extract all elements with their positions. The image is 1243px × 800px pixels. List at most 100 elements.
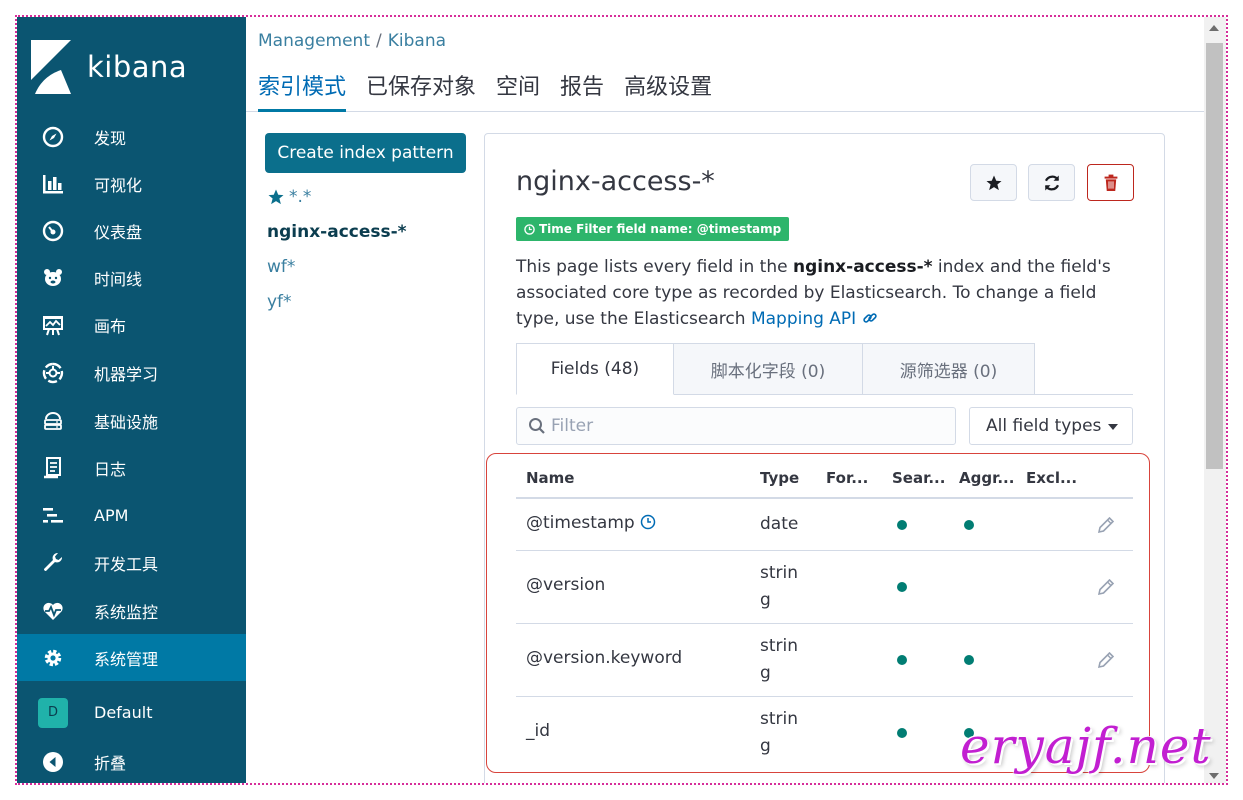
field-type-select[interactable]: All field types [969, 407, 1133, 445]
sidebar-item-label: 时间线 [94, 269, 143, 289]
breadcrumb-kibana[interactable]: Kibana [388, 31, 446, 51]
sidebar-item-apm[interactable]: APM [17, 492, 246, 539]
trash-icon [1104, 174, 1117, 191]
pencil-icon[interactable] [1096, 577, 1116, 597]
clock-icon [524, 223, 535, 235]
tab-index-patterns[interactable]: 索引模式 [258, 69, 347, 112]
clock-icon [640, 514, 656, 530]
time-filter-text: Time Filter field name: @timestamp [539, 222, 782, 236]
index-pattern-link[interactable]: yf* [267, 292, 292, 312]
description-text: This page lists every field in the [516, 257, 793, 277]
heartbeat-icon [41, 599, 65, 623]
kibana-logo[interactable]: kibana [31, 39, 187, 95]
sidebar-item-logs[interactable]: 日志 [17, 444, 246, 491]
column-header-format[interactable]: For... [826, 469, 868, 487]
field-type: string [760, 636, 799, 683]
pencil-icon[interactable] [1096, 515, 1116, 535]
field-name: @timestamp [526, 513, 656, 533]
logs-icon [41, 456, 65, 480]
column-header-aggregatable[interactable]: Aggr... [959, 469, 1014, 487]
field-type-select-value: All field types [986, 416, 1102, 436]
pencil-icon[interactable] [1096, 650, 1116, 670]
sidebar-item-dashboard[interactable]: 仪表盘 [17, 207, 246, 254]
scrollbar-thumb[interactable] [1206, 43, 1223, 469]
sidebar-item-canvas[interactable]: 画布 [17, 301, 246, 348]
field-name: @version.keyword [526, 648, 683, 668]
star-icon [986, 175, 1001, 190]
column-header-searchable[interactable]: Sear... [892, 469, 945, 487]
sidebar: kibana 发现 可视化 仪表盘 时间线 画布 机器学习 基础设施 日志 AP… [17, 17, 246, 783]
tab-spaces[interactable]: 空间 [496, 69, 540, 112]
caret-down-icon [1108, 424, 1118, 430]
scroll-up-arrow-icon[interactable] [1209, 25, 1219, 31]
mapping-api-label: Mapping API [750, 309, 857, 329]
sidebar-item-management[interactable]: 系统管理 [17, 634, 246, 681]
sidebar-item-infrastructure[interactable]: 基础设施 [17, 397, 246, 444]
sidebar-item-label: 开发工具 [94, 554, 159, 574]
sidebar-item-discover[interactable]: 发现 [17, 113, 246, 160]
space-selector[interactable]: D Default [17, 689, 246, 736]
table-row: @version.keyword string [516, 624, 1133, 697]
field-tabs: Fields (48) 脚本化字段 (0) 源筛选器 (0) [516, 343, 1035, 395]
management-tabs: 索引模式 已保存对象 空间 报告 高级设置 [258, 69, 712, 112]
tab-advanced-settings[interactable]: 高级设置 [624, 69, 712, 112]
compass-icon [41, 125, 65, 149]
tab-fields[interactable]: Fields (48) [516, 343, 674, 395]
collapse-label: 折叠 [94, 753, 127, 773]
sidebar-item-monitoring[interactable]: 系统监控 [17, 587, 246, 634]
field-type: date [760, 514, 799, 534]
tab-reporting[interactable]: 报告 [560, 69, 604, 112]
timeline-bear-icon [41, 266, 65, 290]
filter-input[interactable] [551, 416, 931, 436]
breadcrumb-management[interactable]: Management [258, 31, 370, 51]
star-icon [268, 189, 284, 205]
searchable-dot [897, 655, 907, 665]
sidebar-item-dev-tools[interactable]: 开发工具 [17, 539, 246, 586]
collapse-button[interactable]: 折叠 [17, 738, 246, 783]
sidebar-item-label: 画布 [94, 316, 127, 336]
field-name-text: @timestamp [526, 513, 635, 533]
sidebar-item-visualize[interactable]: 可视化 [17, 160, 246, 207]
index-pattern-link[interactable]: wf* [267, 257, 295, 277]
infrastructure-icon [41, 409, 65, 433]
delete-index-pattern-button[interactable] [1087, 164, 1134, 201]
description-pattern-name: nginx-access-* [792, 257, 933, 277]
canvas-icon [41, 313, 65, 337]
page-title: nginx-access-* [516, 166, 715, 197]
breadcrumb-separator: / [376, 31, 382, 51]
column-header-excluded[interactable]: Excl... [1026, 469, 1077, 487]
sidebar-item-timelion[interactable]: 时间线 [17, 254, 246, 301]
column-header-type[interactable]: Type [760, 469, 799, 487]
searchable-dot [897, 582, 907, 592]
index-pattern-link[interactable]: *.* [267, 187, 311, 207]
field-type: string [760, 709, 799, 756]
dashboard-icon [41, 219, 65, 243]
mapping-api-link[interactable]: Mapping API [751, 309, 878, 329]
apm-icon [41, 504, 65, 528]
sidebar-item-machine-learning[interactable]: 机器学习 [17, 349, 246, 396]
index-pattern-label: *.* [289, 187, 312, 207]
index-pattern-label: yf* [267, 292, 292, 312]
page-description: This page lists every field in the nginx… [516, 254, 1126, 332]
tab-saved-objects[interactable]: 已保存对象 [366, 69, 476, 112]
sidebar-item-label: 仪表盘 [94, 222, 143, 242]
management-header: Management / Kibana 索引模式 已保存对象 空间 报告 高级设置 [246, 17, 1204, 112]
set-default-button[interactable] [970, 164, 1017, 201]
index-pattern-link-selected[interactable]: nginx-access-* [267, 222, 407, 242]
field-filter[interactable] [516, 407, 956, 445]
vertical-scrollbar[interactable] [1204, 17, 1226, 783]
sidebar-item-label: 可视化 [94, 175, 143, 195]
create-index-pattern-button[interactable]: Create index pattern [265, 133, 466, 173]
refresh-fields-button[interactable] [1028, 164, 1075, 201]
kibana-wordmark: kibana [87, 50, 188, 84]
tab-scripted-fields[interactable]: 脚本化字段 (0) [674, 343, 863, 395]
machine-learning-icon [41, 361, 65, 385]
bar-chart-icon [41, 172, 65, 196]
column-header-name[interactable]: Name [526, 469, 574, 487]
sidebar-item-label: 系统管理 [94, 649, 159, 669]
collapse-icon [41, 750, 65, 774]
kibana-logo-icon [31, 40, 71, 94]
tab-source-filters[interactable]: 源筛选器 (0) [863, 343, 1035, 395]
sidebar-item-label: 基础设施 [94, 412, 159, 432]
space-avatar: D [38, 697, 68, 728]
